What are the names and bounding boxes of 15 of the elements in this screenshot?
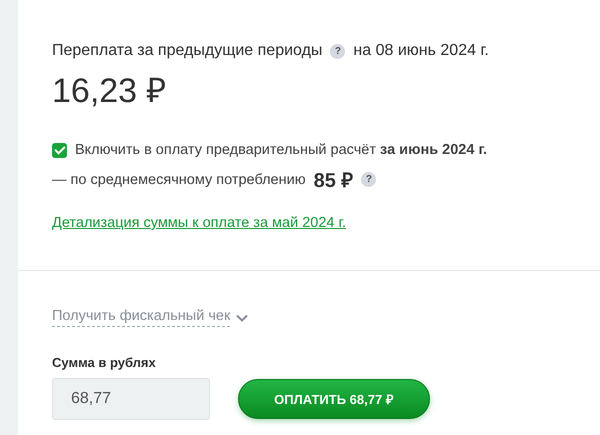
prepay-note: — по среднемесячному потреблению bbox=[52, 172, 306, 188]
help-icon[interactable]: ? bbox=[330, 44, 346, 58]
chevron-icon[interactable] bbox=[236, 314, 248, 322]
sum-field[interactable]: 68,77 bbox=[52, 378, 210, 420]
pay-button[interactable]: ОПЛАТИТЬ 68,77 ₽ bbox=[238, 379, 430, 419]
overpayment-amount: 16,23 ₽ bbox=[52, 71, 168, 112]
overpayment-title: Переплата за предыдущие периоды bbox=[52, 42, 322, 60]
details-link[interactable]: Детализация суммы к оплате за май 2024 г. bbox=[52, 215, 346, 231]
sum-label: Сумма в рублях bbox=[52, 355, 157, 370]
receipt-toggle[interactable]: Получить фискальный чек bbox=[52, 308, 230, 327]
help-icon[interactable]: ? bbox=[361, 172, 376, 187]
overpayment-date: на 08 июнь 2024 г. bbox=[353, 42, 489, 60]
prepay-label: Включить в оплату предварительный расчёт за июнь 2024 г. bbox=[75, 142, 488, 158]
prepay-amount: 85 ₽ bbox=[314, 169, 354, 193]
checkbox[interactable] bbox=[52, 142, 67, 158]
